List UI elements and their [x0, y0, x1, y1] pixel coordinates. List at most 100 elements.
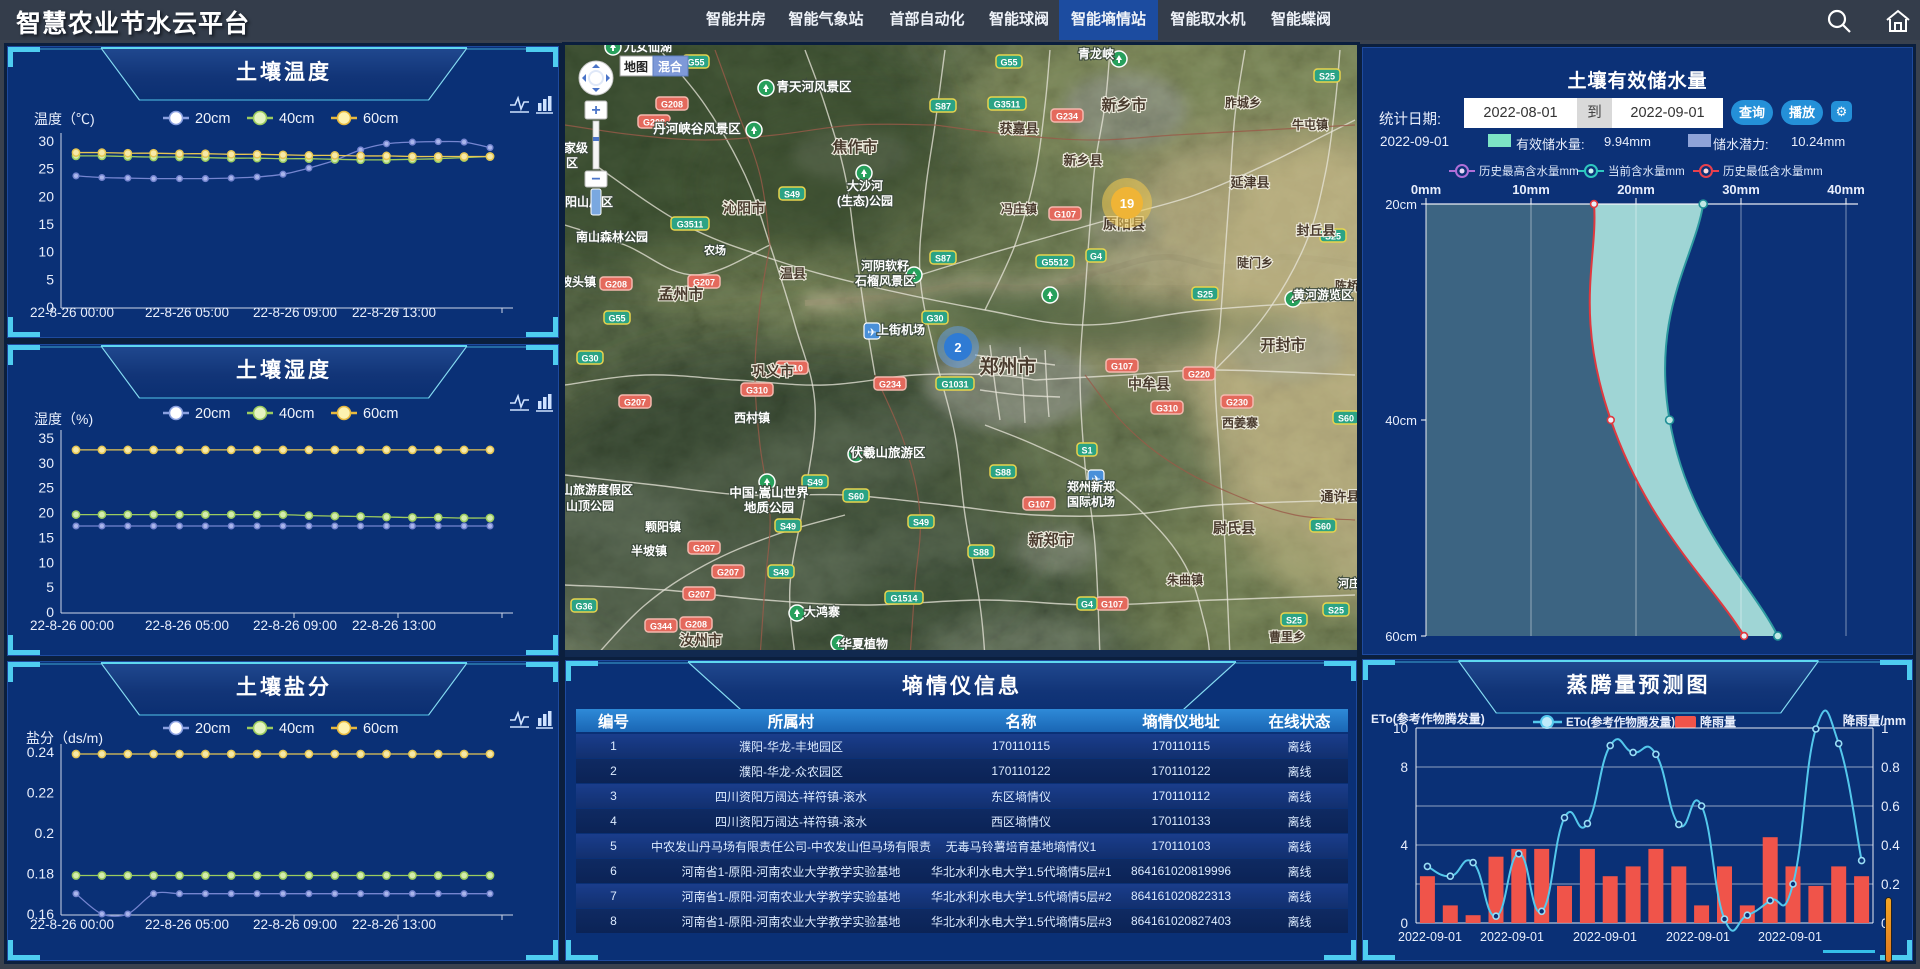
- svg-text:20: 20: [38, 188, 54, 204]
- svg-text:S60: S60: [1315, 522, 1331, 532]
- svg-text:山旅游度假区: 山旅游度假区: [565, 482, 633, 497]
- svg-text:0: 0: [1400, 916, 1408, 931]
- svg-text:中国·嵩山世界: 中国·嵩山世界: [729, 485, 809, 500]
- svg-text:35: 35: [38, 430, 54, 446]
- svg-text:22-8-26 00:00: 22-8-26 00:00: [30, 917, 114, 932]
- svg-text:郑州新郑: 郑州新郑: [1067, 479, 1115, 494]
- svg-text:0.2: 0.2: [35, 825, 55, 841]
- svg-text:地质公园: 地质公园: [744, 500, 794, 515]
- svg-text:农场: 农场: [703, 243, 726, 257]
- svg-text:G230: G230: [1226, 398, 1248, 408]
- svg-text:30mm: 30mm: [1722, 182, 1760, 197]
- svg-text:G55: G55: [608, 314, 625, 324]
- svg-text:22-8-26 09:00: 22-8-26 09:00: [253, 618, 337, 633]
- svg-text:S87: S87: [935, 254, 951, 264]
- svg-text:2: 2: [954, 340, 961, 355]
- svg-text:+: +: [591, 102, 600, 119]
- svg-text:S88: S88: [995, 468, 1011, 478]
- svg-text:15: 15: [38, 216, 54, 232]
- svg-text:G3511: G3511: [677, 220, 704, 230]
- svg-text:新乡市: 新乡市: [1101, 96, 1146, 114]
- svg-text:22-8-26 05:00: 22-8-26 05:00: [145, 305, 229, 320]
- svg-text:汝州市: 汝州市: [680, 632, 722, 648]
- svg-text:40cm: 40cm: [279, 406, 314, 422]
- svg-text:40mm: 40mm: [1827, 182, 1865, 197]
- svg-text:10mm: 10mm: [1512, 182, 1550, 197]
- svg-text:G107: G107: [1101, 600, 1123, 610]
- svg-text:20cm: 20cm: [1385, 197, 1417, 212]
- svg-text:S1: S1: [1081, 446, 1092, 456]
- svg-text:曹里乡: 曹里乡: [1269, 629, 1305, 644]
- svg-text:2022-09-01: 2022-09-01: [1666, 930, 1730, 944]
- svg-text:22-8-26 13:00: 22-8-26 13:00: [352, 305, 436, 320]
- svg-text:25: 25: [38, 161, 54, 177]
- svg-text:焦作市: 焦作市: [831, 138, 877, 156]
- svg-text:G208: G208: [661, 100, 683, 110]
- svg-text:获嘉县: 获嘉县: [999, 121, 1038, 136]
- svg-text:20cm: 20cm: [195, 111, 230, 127]
- svg-text:10: 10: [1393, 721, 1408, 736]
- svg-text:G207: G207: [624, 398, 646, 408]
- svg-text:G3511: G3511: [994, 100, 1021, 110]
- svg-text:5: 5: [46, 579, 54, 595]
- svg-text:湿度（%): 湿度（%): [34, 411, 93, 427]
- svg-text:0.6: 0.6: [1881, 799, 1900, 814]
- svg-text:温县: 温县: [780, 266, 806, 281]
- svg-text:G4: G4: [1090, 252, 1102, 262]
- svg-text:朱曲镇: 朱曲镇: [1167, 572, 1203, 587]
- svg-text:(生态)公园: (生态)公园: [837, 193, 893, 208]
- svg-text:2022-09-01: 2022-09-01: [1573, 930, 1637, 944]
- svg-text:G208: G208: [605, 280, 627, 290]
- svg-text:尉氏县: 尉氏县: [1213, 520, 1255, 536]
- svg-text:封丘县: 封丘县: [1296, 223, 1335, 238]
- svg-text:S49: S49: [784, 190, 800, 200]
- svg-text:混合: 混合: [658, 59, 683, 74]
- svg-text:S25: S25: [1286, 616, 1302, 626]
- svg-text:−: −: [591, 171, 600, 188]
- svg-text:G207: G207: [717, 568, 739, 578]
- svg-text:通许县: 通许县: [1320, 489, 1357, 504]
- svg-text:0.8: 0.8: [1881, 760, 1900, 775]
- svg-text:22-8-26 00:00: 22-8-26 00:00: [30, 618, 114, 633]
- svg-text:青龙峡: 青龙峡: [1078, 46, 1114, 61]
- svg-text:新郑市: 新郑市: [1028, 531, 1073, 549]
- svg-text:G4: G4: [1081, 600, 1093, 610]
- svg-text:22-8-26 00:00: 22-8-26 00:00: [30, 305, 114, 320]
- svg-text:20: 20: [38, 505, 54, 521]
- svg-text:胙城乡: 胙城乡: [1225, 95, 1261, 110]
- svg-text:22-8-26 09:00: 22-8-26 09:00: [253, 305, 337, 320]
- svg-text:25: 25: [38, 480, 54, 496]
- svg-text:S60: S60: [1338, 414, 1354, 424]
- svg-text:G234: G234: [879, 380, 901, 390]
- svg-text:G207: G207: [688, 590, 710, 600]
- svg-text:S87: S87: [935, 102, 951, 112]
- svg-text:G207: G207: [693, 544, 715, 554]
- svg-text:S49: S49: [773, 568, 789, 578]
- svg-text:40cm: 40cm: [279, 111, 314, 127]
- svg-text:西姜寨: 西姜寨: [1222, 415, 1258, 430]
- svg-text:22-8-26 09:00: 22-8-26 09:00: [253, 917, 337, 932]
- svg-text:G107: G107: [1111, 362, 1133, 372]
- svg-text:G55: G55: [687, 58, 704, 68]
- svg-text:✈: ✈: [867, 327, 876, 339]
- svg-text:华夏植物: 华夏植物: [840, 636, 888, 651]
- svg-text:郑州市: 郑州市: [979, 355, 1036, 378]
- svg-text:石榴风景区: 石榴风景区: [854, 273, 915, 288]
- svg-text:延津县: 延津县: [1229, 175, 1269, 190]
- svg-text:60cm: 60cm: [1385, 629, 1417, 644]
- svg-text:G55: G55: [1000, 58, 1017, 68]
- svg-text:2022-09-01: 2022-09-01: [1480, 930, 1544, 944]
- svg-text:G107: G107: [1054, 210, 1076, 220]
- svg-text:60cm: 60cm: [363, 721, 398, 737]
- svg-text:冯庄镇: 冯庄镇: [1001, 201, 1037, 216]
- svg-text:60cm: 60cm: [363, 406, 398, 422]
- svg-text:4: 4: [1400, 838, 1408, 853]
- svg-text:国际机场: 国际机场: [1067, 494, 1115, 509]
- svg-text:10: 10: [38, 554, 54, 570]
- svg-text:陡门乡: 陡门乡: [1237, 255, 1273, 270]
- svg-text:G208: G208: [685, 620, 707, 630]
- svg-text:G30: G30: [926, 314, 943, 324]
- svg-text:河阴软籽: 河阴软籽: [860, 258, 909, 273]
- svg-text:伏羲山旅游区: 伏羲山旅游区: [850, 445, 926, 460]
- svg-text:九女仙湖: 九女仙湖: [623, 45, 672, 54]
